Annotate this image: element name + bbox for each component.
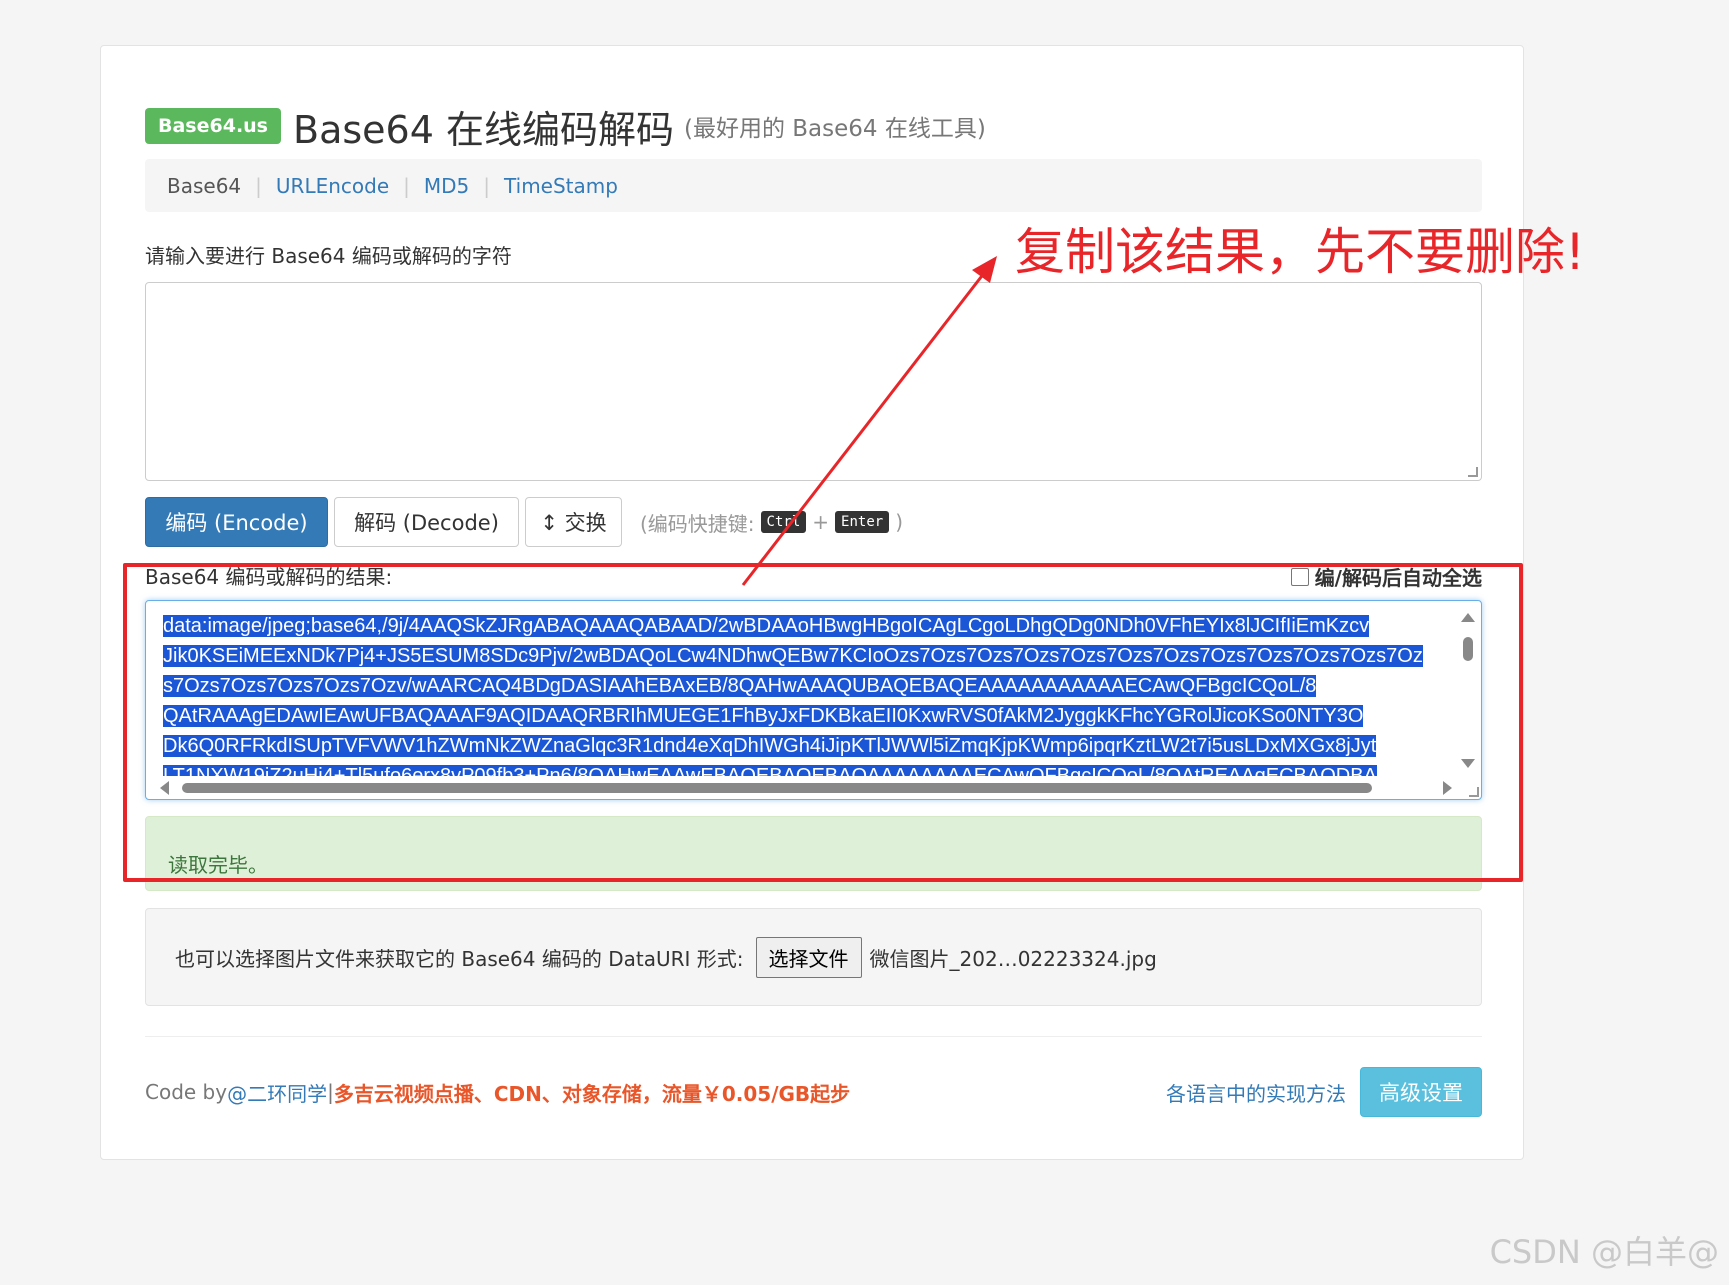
watermark: CSDN @白羊@ — [1489, 1233, 1719, 1271]
annotation-text: 复制该结果，先不要删除! — [1015, 223, 1586, 281]
annotation-arrow-icon — [741, 256, 997, 586]
